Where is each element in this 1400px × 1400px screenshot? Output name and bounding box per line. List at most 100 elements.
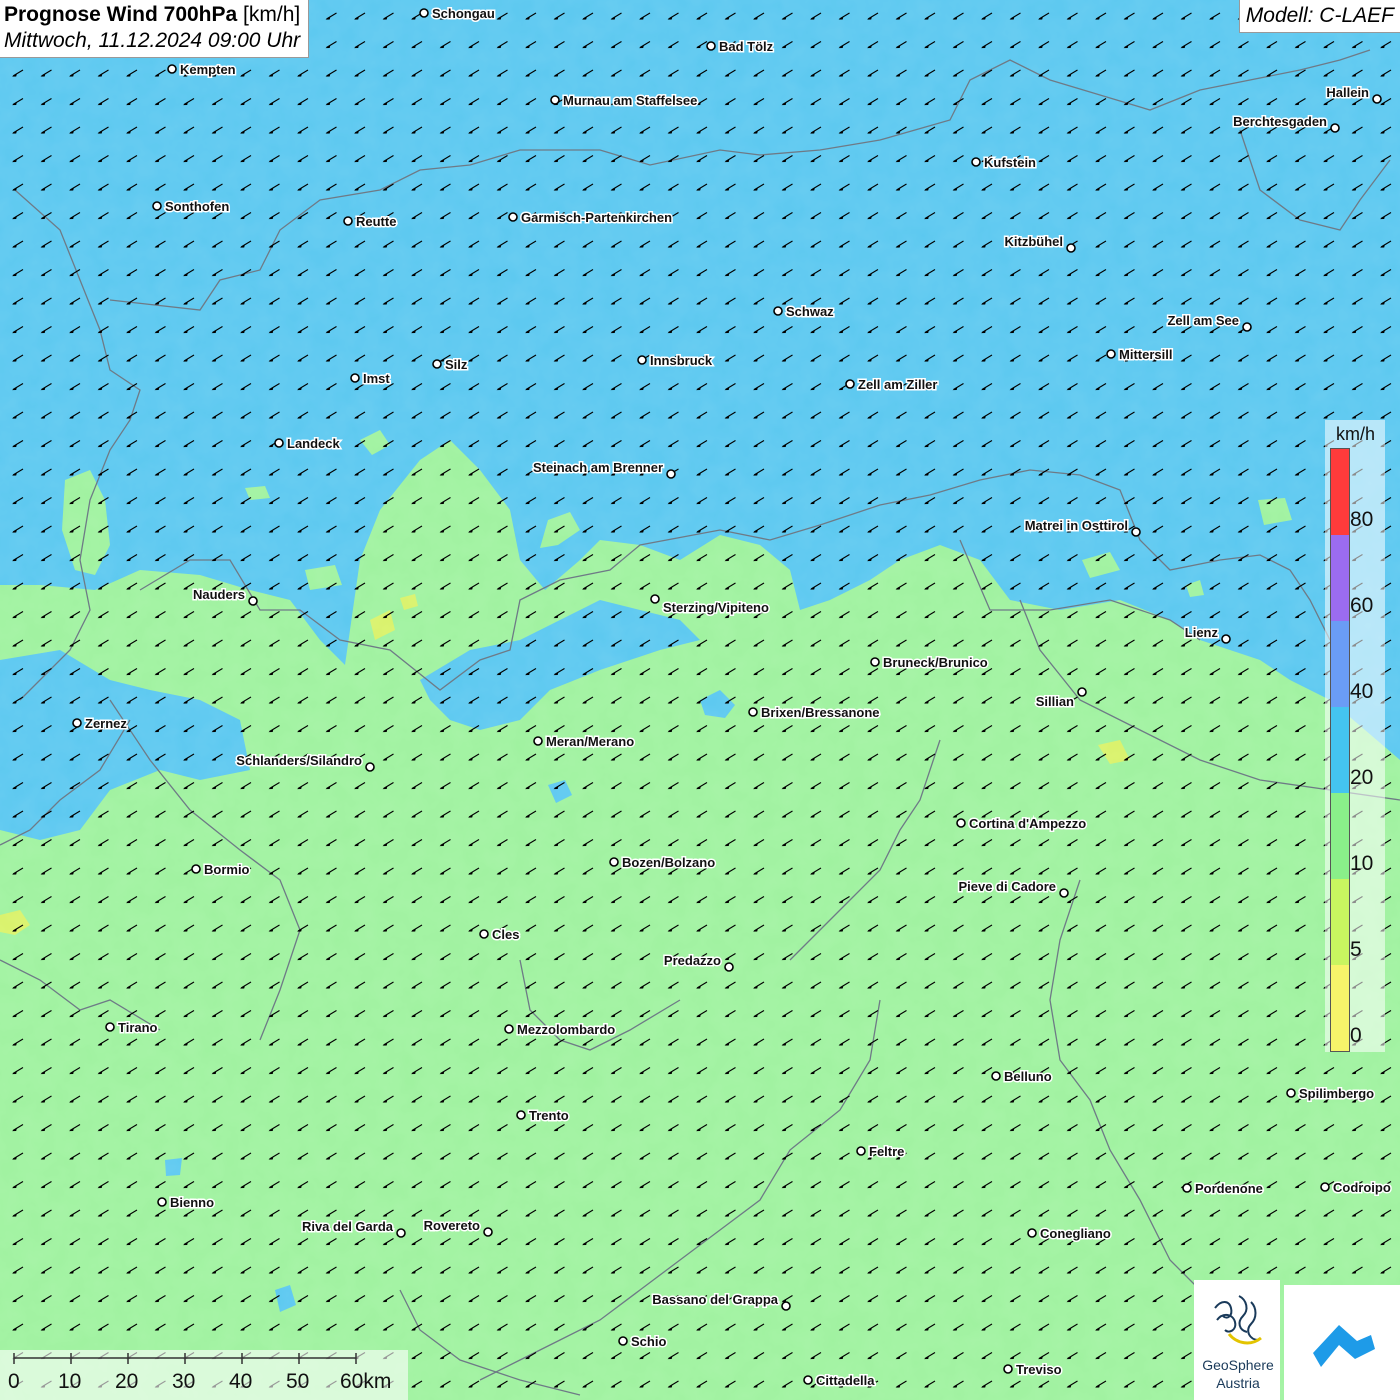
city-dot	[419, 8, 429, 18]
city-label: Silz	[445, 357, 468, 372]
geosphere-logo-line1: GeoSphere	[1202, 1357, 1274, 1373]
city-dot	[748, 707, 758, 717]
city-dot	[248, 596, 258, 606]
city-marker[interactable]: Meran/Merano	[533, 733, 636, 751]
city-dot	[1106, 349, 1116, 359]
city-dot	[609, 857, 619, 867]
city-label: Reutte	[356, 214, 396, 229]
city-dot	[971, 157, 981, 167]
map-title: Prognose Wind 700hPa [km/h]	[4, 3, 300, 27]
city-dot	[1286, 1088, 1296, 1098]
legend-tick-60: 60	[1350, 594, 1374, 617]
scale-label-10: 10	[58, 1370, 82, 1393]
city-label: Bormio	[204, 862, 250, 877]
legend-tick-0: 0	[1350, 1024, 1362, 1047]
city-dot	[1330, 123, 1340, 133]
city-marker[interactable]: Conegliano	[1027, 1225, 1112, 1243]
scale-label-30: 30	[172, 1370, 196, 1393]
city-dot	[956, 818, 966, 828]
city-label: Bienno	[170, 1195, 214, 1210]
city-label: Predazzo	[664, 953, 721, 968]
city-dot	[432, 359, 442, 369]
city-marker[interactable]: Cortina d'Ampezzo	[956, 815, 1088, 833]
city-marker[interactable]: Spilimbergo	[1286, 1085, 1376, 1103]
app-logo-icon	[1313, 1325, 1375, 1367]
city-marker[interactable]: Murnau am Staffelsee	[550, 92, 699, 110]
city-dot	[152, 201, 162, 211]
city-marker[interactable]: Innsbruck	[637, 352, 714, 370]
forecast-datetime: Mittwoch, 11.12.2024 09:00 Uhr	[4, 29, 301, 52]
city-dot	[508, 212, 518, 222]
city-marker[interactable]: Garmisch-Partenkirchen	[508, 209, 674, 227]
legend-segment-yellow	[1331, 965, 1349, 1051]
city-marker[interactable]: Mezzolombardo	[504, 1021, 617, 1039]
city-label: Zell am See	[1167, 313, 1239, 328]
city-label: Imst	[363, 371, 390, 386]
city-label: Bassano del Grappa	[652, 1292, 778, 1307]
city-label: Tirano	[118, 1020, 158, 1035]
model-label: Modell: C-LAEF	[1238, 0, 1400, 33]
city-label: Kitzbühel	[1005, 234, 1064, 249]
city-dot	[483, 1227, 493, 1237]
city-dot	[1027, 1228, 1037, 1238]
legend-tick-5: 5	[1350, 938, 1362, 961]
title-unit: [km/h]	[243, 3, 301, 26]
city-label: Mittersill	[1119, 347, 1172, 362]
city-dot	[365, 762, 375, 772]
city-dot	[191, 864, 201, 874]
city-marker[interactable]: Bozen/Bolzano	[609, 854, 717, 872]
city-label: Sonthofen	[165, 199, 229, 214]
city-marker[interactable]: Brixen/Bressanone	[748, 704, 881, 722]
city-dot	[1059, 888, 1069, 898]
city-dot	[803, 1375, 813, 1385]
scale-label-50: 50	[286, 1370, 310, 1393]
city-label: Cortina d'Ampezzo	[969, 816, 1086, 831]
city-marker[interactable]: Bruneck/Brunico	[870, 654, 989, 672]
city-label: Trento	[529, 1108, 569, 1123]
city-label: Landeck	[287, 436, 341, 451]
city-label: Conegliano	[1040, 1226, 1111, 1241]
city-label: Zernez	[85, 716, 127, 731]
city-dot	[1320, 1182, 1330, 1192]
city-dot	[845, 379, 855, 389]
wind-map[interactable]: Schongau Bad Tölz Kempten Murnau am Staffel…	[0, 0, 1400, 1400]
city-label: Sterzing/Vipiteno	[663, 600, 769, 615]
city-label: Codroipo	[1333, 1180, 1391, 1195]
city-marker[interactable]: Pordenone	[1182, 1180, 1264, 1198]
city-label: Cles	[492, 927, 519, 942]
city-marker[interactable]: Schongau	[419, 5, 496, 23]
legend-bar	[1330, 448, 1350, 1052]
city-label: Meran/Merano	[546, 734, 634, 749]
city-dot	[550, 95, 560, 105]
legend-segment-cyan	[1331, 707, 1349, 793]
city-dot	[1077, 687, 1087, 697]
legend-tick-20: 20	[1350, 766, 1374, 789]
city-dot	[1182, 1183, 1192, 1193]
city-label: Pieve di Cadore	[958, 879, 1056, 894]
city-dot	[343, 216, 353, 226]
city-dot	[274, 438, 284, 448]
city-label: Garmisch-Partenkirchen	[521, 210, 672, 225]
city-label: Bozen/Bolzano	[622, 855, 715, 870]
city-dot	[856, 1146, 866, 1156]
city-label: Mezzolombardo	[517, 1022, 615, 1037]
city-marker[interactable]: Zell am Ziller	[845, 376, 939, 394]
city-dot	[516, 1110, 526, 1120]
city-marker[interactable]: Sonthofen	[152, 198, 231, 216]
legend-tick-10: 10	[1350, 852, 1374, 875]
city-label: Kufstein	[984, 155, 1036, 170]
city-label: Cittadella	[816, 1373, 875, 1388]
city-label: Berchtesgaden	[1233, 114, 1327, 129]
city-dot	[1003, 1364, 1013, 1374]
legend-unit: km/h	[1336, 424, 1376, 444]
scale-label-0: 0	[8, 1370, 20, 1393]
city-label: Zell am Ziller	[858, 377, 937, 392]
city-dot	[1131, 527, 1141, 537]
city-label: Hallein	[1326, 85, 1369, 100]
city-dot	[666, 469, 676, 479]
city-dot	[105, 1022, 115, 1032]
city-dot	[350, 373, 360, 383]
scale-bar-line	[13, 1353, 357, 1364]
city-dot	[479, 929, 489, 939]
city-label: Riva del Garda	[302, 1219, 394, 1234]
